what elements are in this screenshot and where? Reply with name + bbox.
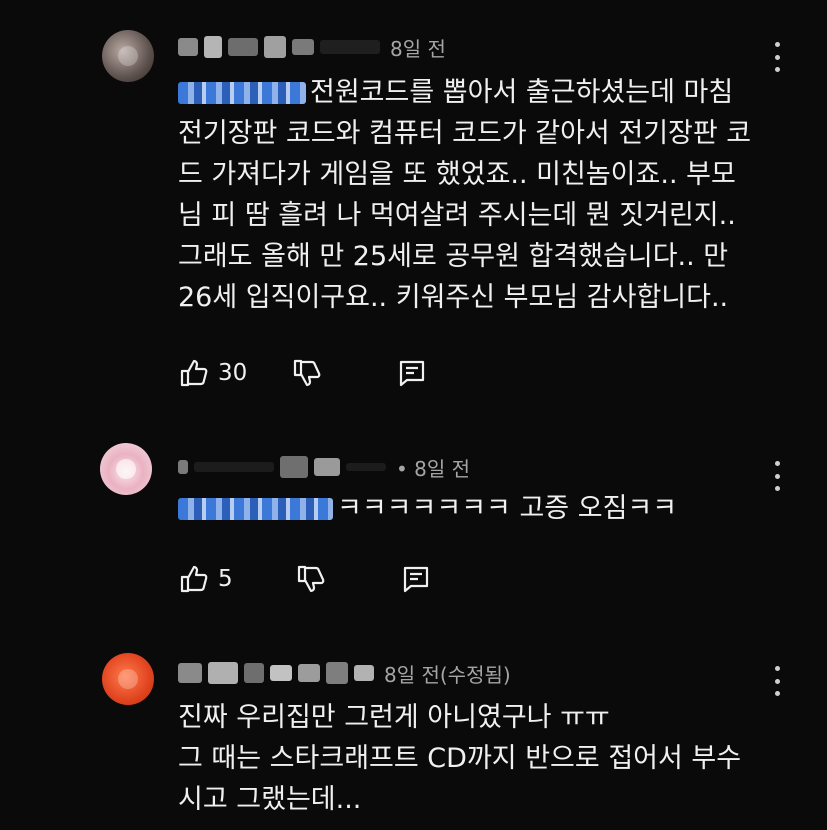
reply-button[interactable]	[397, 358, 427, 388]
dislike-button[interactable]	[295, 563, 327, 595]
like-button[interactable]: 30	[178, 357, 247, 389]
comment-timestamp: 8일 전	[390, 36, 446, 61]
comment-line: 그 때는 스타크래프트 CD까지 반으로 접어서 부수	[178, 743, 742, 774]
comment-line: 그래도 올해 만 25세로 공무원 합격했습니다.. 만	[178, 241, 729, 272]
author-name-redacted[interactable]	[178, 662, 374, 684]
comment-timestamp: 8일 전(수정됨)	[384, 662, 511, 687]
mention-redacted[interactable]	[178, 82, 306, 104]
reply-icon	[400, 360, 425, 387]
comment-line: 전원코드를 뽑아서 출근하셨는데 마침	[310, 77, 734, 108]
more-vert-icon[interactable]	[773, 666, 781, 696]
comment-line: 님 피 땀 흘려 나 먹여살려 주시는데 뭔 짓거린지..	[178, 200, 736, 231]
more-vert-icon[interactable]	[773, 42, 781, 72]
like-count: 30	[218, 360, 248, 386]
comment-line: ㅋㅋㅋㅋㅋㅋㅋ 고증 오짐ㅋㅋ	[337, 493, 678, 524]
dislike-button[interactable]	[291, 357, 323, 389]
thumbs-up-icon	[180, 359, 208, 387]
mention-redacted[interactable]	[178, 498, 333, 520]
comment-text: ㅋㅋㅋㅋㅋㅋㅋ 고증 오짐ㅋㅋ	[178, 488, 677, 529]
thumbs-down-icon	[297, 565, 325, 593]
like-button[interactable]: 5	[178, 563, 233, 595]
comment-line: 전기장판 코드와 컴퓨터 코드가 같아서 전기장판 코	[178, 118, 752, 149]
reply-icon	[403, 566, 428, 593]
comment-text: 전원코드를 뽑아서 출근하셨는데 마침 전기장판 코드와 컴퓨터 코드가 같아서…	[178, 72, 751, 318]
comment-timestamp: • 8일 전	[396, 456, 471, 481]
like-count: 5	[218, 566, 233, 592]
comment-actions: 5	[178, 561, 431, 597]
comment-actions: 30	[178, 355, 427, 391]
avatar[interactable]	[102, 30, 154, 82]
comment-line: 26세 입직이구요.. 키워주신 부모님 감사합니다..	[178, 282, 729, 313]
comment-line: 드 가져다가 게임을 또 했었죠.. 미친놈이죠.. 부모	[178, 159, 736, 190]
avatar[interactable]	[100, 443, 152, 495]
comment-text: 진짜 우리집만 그런게 아니였구나 ㅠㅠ 그 때는 스타크래프트 CD까지 반으…	[178, 697, 741, 820]
comment-meta: 8일 전	[178, 32, 446, 62]
author-name-redacted[interactable]	[178, 456, 386, 478]
more-vert-icon[interactable]	[773, 461, 781, 491]
comment-line: 시고 그랬는데...	[178, 784, 362, 815]
reply-button[interactable]	[401, 564, 431, 594]
author-name-redacted[interactable]	[178, 36, 380, 58]
avatar[interactable]	[102, 653, 154, 705]
thumbs-down-icon	[294, 359, 321, 387]
comment-meta: • 8일 전	[178, 452, 470, 482]
thumbs-up-icon	[180, 565, 208, 593]
comment-line: 진짜 우리집만 그런게 아니였구나 ㅠㅠ	[178, 702, 610, 733]
comment-meta: 8일 전(수정됨)	[178, 658, 511, 688]
